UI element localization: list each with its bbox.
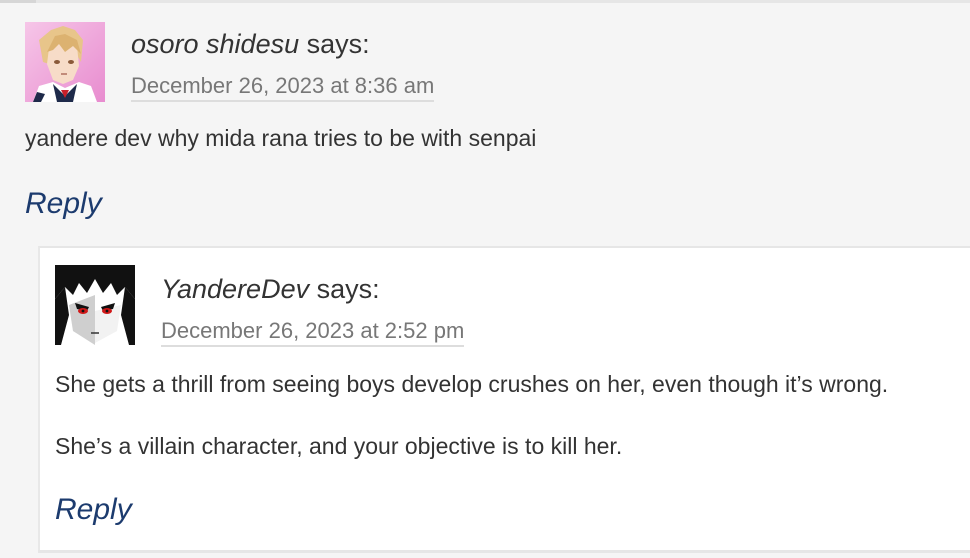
red-eyed-character-avatar-icon[interactable] <box>55 265 135 345</box>
comment-text: yandere dev why mida rana tries to be wi… <box>25 125 537 151</box>
comment-text: She’s a villain character, and your obje… <box>55 433 623 459</box>
bottom-divider <box>38 550 970 553</box>
comment-date-link[interactable]: December 26, 2023 at 8:36 am <box>131 73 435 102</box>
comment-thread: osoro shidesu says: December 26, 2023 at… <box>0 0 970 558</box>
anime-girl-avatar-icon[interactable] <box>25 22 105 102</box>
author-name[interactable]: osoro shidesu <box>131 29 299 59</box>
comment-date-link[interactable]: December 26, 2023 at 2:52 pm <box>161 318 465 347</box>
says-label: says: <box>306 29 370 59</box>
author-name[interactable]: YandereDev <box>161 274 309 304</box>
reply-link[interactable]: Reply <box>25 187 102 221</box>
comment-author: YandereDev says: <box>161 273 380 305</box>
reply-comment: YandereDev says: December 26, 2023 at 2:… <box>38 246 970 552</box>
comment-text: She gets a thrill from seeing boys devel… <box>55 371 889 397</box>
reply-link[interactable]: Reply <box>55 493 132 527</box>
comment-author: osoro shidesu says: <box>131 28 370 60</box>
says-label: says: <box>316 274 380 304</box>
